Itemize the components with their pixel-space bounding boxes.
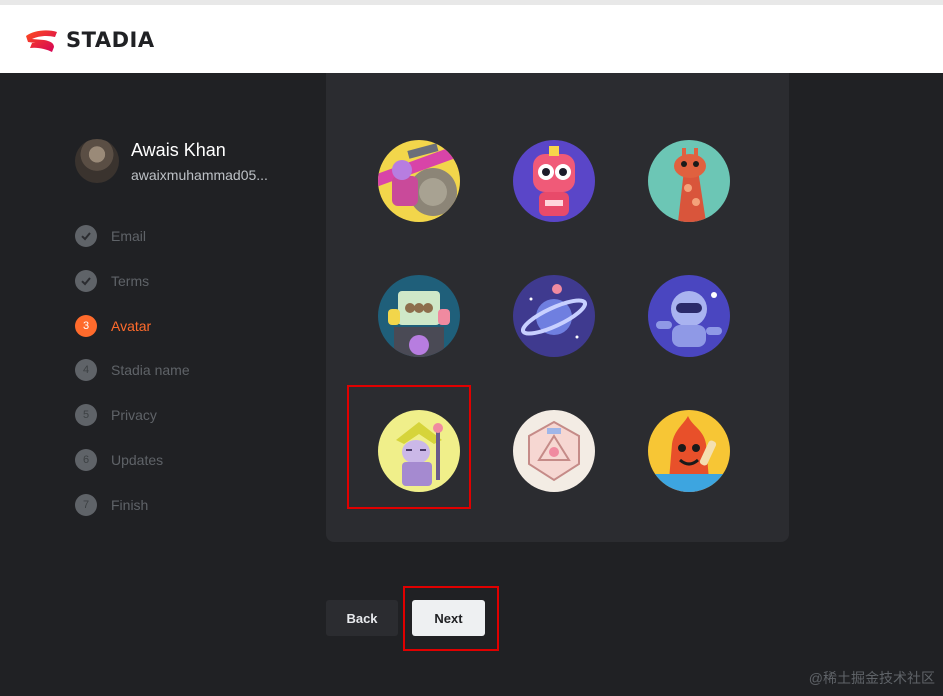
- step-number: 3: [75, 314, 97, 337]
- avatar-option-green-robot[interactable]: [378, 275, 460, 357]
- top-bar: STADIA: [0, 0, 943, 73]
- avatar-option-pink-robot[interactable]: [513, 140, 595, 222]
- setup-page: Awais Khan awaixmuhammad05... Email Term…: [3, 73, 943, 696]
- avatar-option-teal-character[interactable]: [648, 73, 730, 86]
- avatar-option-d20-dice[interactable]: [513, 410, 595, 492]
- next-button[interactable]: Next: [412, 600, 485, 636]
- user-profile: Awais Khan awaixmuhammad05...: [75, 139, 281, 183]
- setup-steps: Email Terms 3 Avatar 4 Stadia name 5 Pri…: [75, 225, 190, 539]
- step-avatar: 3 Avatar: [75, 314, 190, 337]
- step-updates: 6 Updates: [75, 448, 190, 471]
- step-privacy: 5 Privacy: [75, 404, 190, 427]
- check-icon: [75, 225, 97, 247]
- profile-email: awaixmuhammad05...: [131, 166, 268, 183]
- step-number: 4: [75, 359, 97, 382]
- brand-name: STADIA: [66, 28, 155, 52]
- step-label: Stadia name: [111, 362, 190, 379]
- selected-avatar-highlight: [347, 385, 471, 509]
- avatar-option-fire-monster[interactable]: [648, 410, 730, 492]
- step-finish: 7 Finish: [75, 493, 190, 516]
- avatar-option-green-creature[interactable]: [378, 73, 460, 86]
- step-label: Updates: [111, 451, 164, 468]
- stadia-logo[interactable]: STADIA: [24, 27, 155, 53]
- avatar-option-purple-machine[interactable]: [378, 140, 460, 222]
- stadia-logo-icon: [26, 30, 57, 52]
- back-button[interactable]: Back: [326, 600, 398, 636]
- watermark: @稀土掘金技术社区: [808, 670, 935, 686]
- step-number: 6: [75, 448, 97, 471]
- avatar: [75, 139, 119, 183]
- avatar-option-saturn-planet[interactable]: [513, 275, 595, 357]
- step-label: Avatar: [111, 317, 152, 334]
- step-email: Email: [75, 225, 190, 247]
- profile-name: Awais Khan: [131, 139, 226, 160]
- step-label: Terms: [111, 272, 150, 289]
- avatar-option-blue-astronaut[interactable]: [648, 275, 730, 357]
- check-icon: [75, 269, 97, 292]
- avatar-option-giraffe[interactable]: [648, 140, 730, 222]
- step-stadia-name: 4 Stadia name: [75, 359, 190, 382]
- avatar-option-pink-character[interactable]: [513, 73, 595, 86]
- step-label: Finish: [111, 496, 149, 513]
- step-terms: Terms: [75, 269, 190, 292]
- step-number: 5: [75, 404, 97, 427]
- step-label: Email: [111, 228, 147, 244]
- step-label: Privacy: [111, 407, 157, 424]
- step-number: 7: [75, 493, 97, 516]
